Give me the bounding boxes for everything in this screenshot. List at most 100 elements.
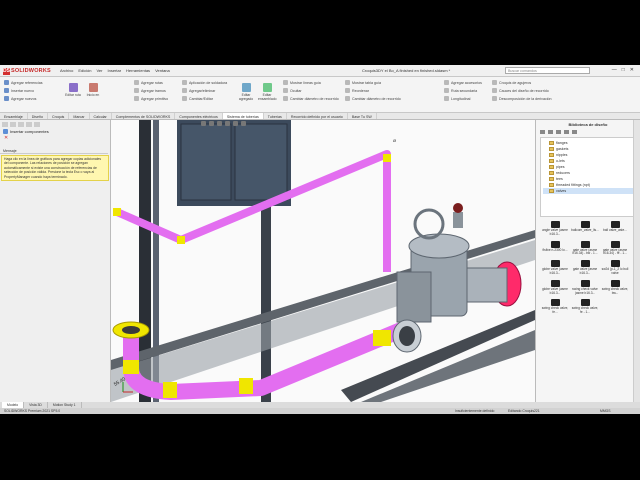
- tab-calcular[interactable]: Calcular: [90, 113, 112, 119]
- minimize-icon[interactable]: —: [612, 67, 617, 73]
- weld-marker[interactable]: [373, 330, 391, 346]
- library-item[interactable]: globe valve (asme b16.3...: [540, 260, 570, 276]
- edit-assembly-button[interactable]: Editar ensamblado: [258, 83, 276, 101]
- menu-ventana[interactable]: Ventana: [155, 68, 170, 73]
- tab-marcar[interactable]: Marcar: [69, 113, 90, 119]
- valve-bonnet[interactable]: [408, 233, 470, 259]
- command-button[interactable]: Cambiar diámetro de recorrido: [283, 96, 339, 101]
- property-manager-icon[interactable]: [10, 122, 16, 127]
- dimxpert-icon[interactable]: [26, 122, 32, 127]
- command-button[interactable]: Agregar primitivo: [134, 96, 168, 101]
- command-button[interactable]: Insertar nuevo: [4, 88, 43, 93]
- weld-marker[interactable]: [113, 208, 121, 216]
- app-logo[interactable]: DS SOLIDWORKS: [3, 67, 51, 75]
- library-item[interactable]: swing check valve, fe - 1...: [570, 299, 600, 315]
- graphics-area[interactable]: Ø 55.40: [111, 120, 535, 402]
- library-item[interactable]: swing check valve (asme b16.3...: [570, 279, 600, 296]
- menu-ver[interactable]: Ver: [96, 68, 102, 73]
- previous-view-icon[interactable]: [217, 121, 222, 126]
- forward-icon[interactable]: [548, 130, 553, 134]
- library-item[interactable]: sw2d (p-1_2 lo bull valve: [600, 260, 630, 276]
- command-button[interactable]: Mostrar líneas guía: [283, 80, 339, 85]
- message-section-header[interactable]: Mensaje: [0, 149, 108, 154]
- tab-componentes-electricos[interactable]: Componentes eléctricos: [175, 113, 223, 119]
- command-button[interactable]: Cambiar diámetro de recorrido: [345, 96, 401, 101]
- tab-base-tu-sw[interactable]: Base Tu SW: [348, 113, 377, 119]
- model-3d-view[interactable]: Ø 55.40: [111, 120, 535, 402]
- command-button[interactable]: Mostrar tabla guía: [345, 80, 401, 85]
- library-item[interactable]: ballcom_valve_lis...: [570, 221, 600, 237]
- command-button[interactable]: Reordenar: [345, 88, 401, 93]
- tab-recorrido-definido[interactable]: Recorrido definido por el usuario: [287, 113, 348, 119]
- menu-archivo[interactable]: Archivo: [60, 68, 73, 73]
- library-item[interactable]: flsfixe n-2300 lo...: [540, 240, 570, 257]
- command-icon: [134, 88, 139, 93]
- outlet-pipe[interactable]: [466, 267, 508, 303]
- tab-sistema-de-tuberias[interactable]: Sistema de tuberías: [222, 113, 264, 119]
- command-button[interactable]: Agregar nuevos: [4, 96, 43, 101]
- menu-herramientas[interactable]: Herramientas: [126, 68, 150, 73]
- command-button[interactable]: Agregar accesorios: [444, 80, 482, 85]
- zoom-fit-icon[interactable]: [201, 121, 206, 126]
- view-orientation-icon[interactable]: [233, 121, 238, 126]
- actuator[interactable]: [453, 212, 463, 228]
- command-button[interactable]: Agregar rutas: [134, 80, 168, 85]
- tab-tuberias[interactable]: Tuberías: [264, 113, 287, 119]
- library-item[interactable]: gate valve (asme b16.34) - fe - 1...: [600, 240, 630, 257]
- command-button[interactable]: Longitudinal: [444, 96, 482, 101]
- edit-icon: [241, 83, 251, 92]
- menu-insertar[interactable]: Insertar: [107, 68, 121, 73]
- tree-item-valves[interactable]: valves: [543, 188, 633, 194]
- tab-ensamblaje[interactable]: Ensamblaje: [0, 113, 28, 119]
- refresh-icon[interactable]: [572, 130, 577, 134]
- search-commands-input[interactable]: Buscar comandos: [505, 67, 590, 74]
- edit-route-button[interactable]: Editar ruta: [64, 83, 82, 97]
- command-button[interactable]: Croquis de agujeros: [492, 80, 552, 85]
- cancel-icon[interactable]: ✕: [0, 135, 110, 141]
- library-item[interactable]: gate valve (asme b16.3...: [570, 260, 600, 276]
- command-button[interactable]: Descomposición de la derivación: [492, 96, 552, 101]
- weld-marker[interactable]: [123, 360, 139, 374]
- add-folder-icon[interactable]: [556, 130, 561, 134]
- handwheel[interactable]: [413, 208, 445, 240]
- display-manager-icon[interactable]: [34, 122, 40, 127]
- library-item[interactable]: globe valve (asme b16.3...: [540, 279, 570, 296]
- add-to-library-icon[interactable]: [564, 130, 569, 134]
- command-group-1: Agregar referencias Insertar nuevo Agreg…: [4, 80, 43, 101]
- tab-diseno[interactable]: Diseño: [28, 113, 48, 119]
- menu-edicion[interactable]: Edición: [78, 68, 91, 73]
- section-view-icon[interactable]: [225, 121, 230, 126]
- close-icon[interactable]: ✕: [630, 67, 634, 73]
- weld-marker[interactable]: [177, 236, 185, 244]
- command-button[interactable]: Ocultar: [283, 88, 339, 93]
- tab-complementos[interactable]: Complementos de SOLIDWORKS: [112, 113, 176, 119]
- display-style-icon[interactable]: [241, 121, 246, 126]
- task-pane-tabs[interactable]: [633, 120, 640, 402]
- command-button[interactable]: Agregar tramos: [134, 88, 168, 93]
- window-controls: — □ ✕: [612, 67, 634, 73]
- command-button[interactable]: Cambiar/Editar: [182, 96, 227, 101]
- weld-marker[interactable]: [239, 378, 253, 394]
- command-button[interactable]: Cauces del diseño de recorrido: [492, 88, 552, 93]
- weld-marker[interactable]: [383, 154, 391, 162]
- library-item[interactable]: swing check valve, bw...: [600, 279, 630, 296]
- command-button[interactable]: Agregar/eliminar: [182, 88, 227, 93]
- weld-marker[interactable]: [163, 382, 177, 398]
- feature-tree-icon[interactable]: [2, 122, 8, 127]
- back-icon[interactable]: [540, 130, 545, 134]
- library-item[interactable]: ball valve_aste...: [600, 221, 630, 237]
- library-item[interactable]: gate valve (asme b16.34) - bw - 1...: [570, 240, 600, 257]
- edit-addition-button[interactable]: Editar agregado: [237, 83, 255, 101]
- tab-croquis[interactable]: Croquis: [48, 113, 70, 119]
- command-button[interactable]: Aplicación de soldadura: [182, 80, 227, 85]
- start-at-button[interactable]: Inicio en: [84, 83, 102, 97]
- config-manager-icon[interactable]: [18, 122, 24, 127]
- maximize-icon[interactable]: □: [622, 67, 625, 73]
- library-item[interactable]: angle valve (asme b16.3...: [540, 221, 570, 237]
- command-button[interactable]: Ruta secundaria: [444, 88, 482, 93]
- command-button[interactable]: Agregar referencias: [4, 80, 43, 85]
- zoom-area-icon[interactable]: [209, 121, 214, 126]
- status-units[interactable]: MMGS: [600, 409, 611, 413]
- library-item[interactable]: swing check valve, fe...: [540, 299, 570, 315]
- gate-valve[interactable]: [396, 271, 432, 323]
